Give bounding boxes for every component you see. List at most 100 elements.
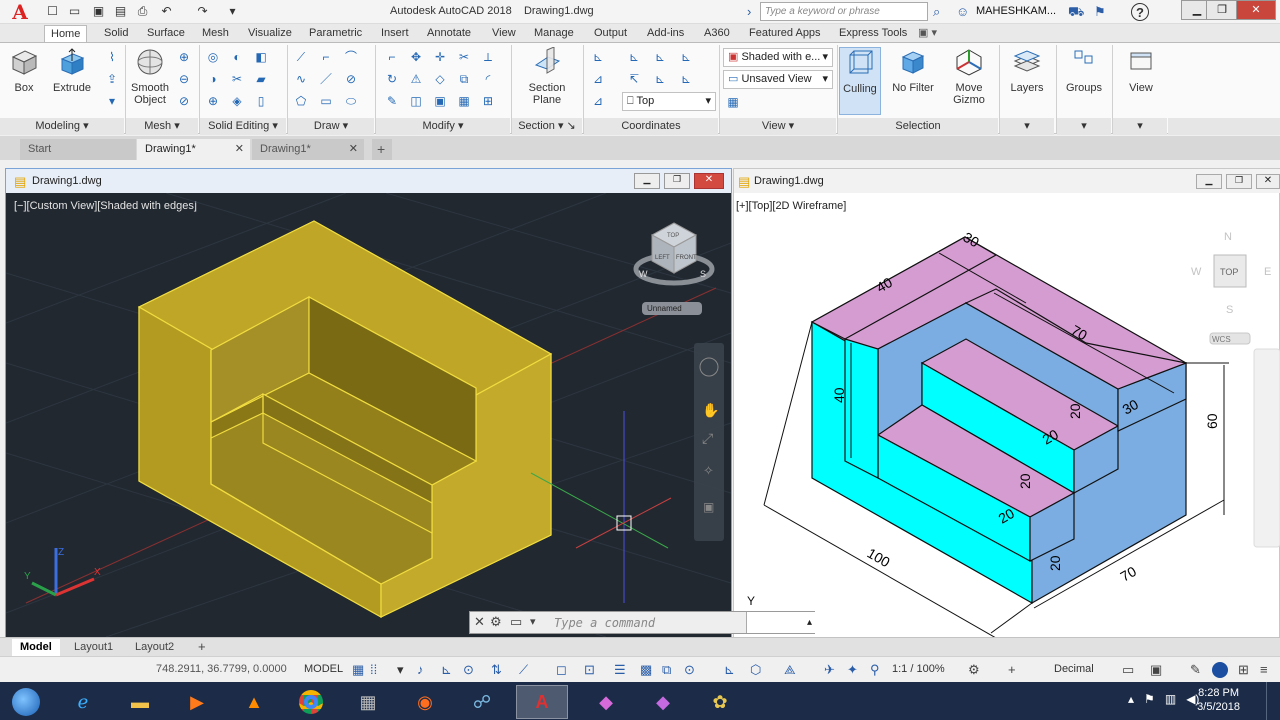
lineweight-icon[interactable]: ☰ [614, 662, 626, 678]
photo-editor-icon[interactable]: ◆ [580, 685, 632, 719]
modify-panel-title[interactable]: Modify ▾ [376, 118, 510, 135]
command-input[interactable]: Type a command [554, 616, 655, 630]
tab-surface[interactable]: Surface [141, 25, 191, 43]
tab-home[interactable]: Home [44, 25, 88, 43]
application-menu-button[interactable]: A [0, 0, 40, 24]
groups-expand-icon[interactable]: ▾ [1057, 118, 1111, 135]
tab-parametric[interactable]: Parametric [303, 25, 368, 43]
open-icon[interactable]: ▭ [66, 3, 83, 20]
workspace-icon[interactable]: ⚙ [968, 662, 980, 678]
chamfer-icon[interactable]: ◜ [480, 71, 496, 87]
section-plane-button[interactable]: Section Plane [522, 46, 572, 106]
mesh-panel-title[interactable]: Mesh ▾ [126, 118, 198, 135]
save-as-icon[interactable]: ▤ [112, 3, 129, 20]
grid-icon[interactable]: ▦ [352, 662, 364, 678]
user-name[interactable]: MAHESHKAM... [976, 5, 1056, 17]
ribbon-options-icon[interactable]: ▣ ▾ [912, 25, 943, 43]
solid-editing-panel-title[interactable]: Solid Editing ▾ [200, 118, 286, 135]
undo-icon[interactable]: ↶ [158, 3, 175, 20]
clock[interactable]: 8:28 PM 3/5/2018 [1197, 687, 1240, 713]
media-player-icon[interactable]: ▶ [171, 685, 223, 719]
ucs-origin-icon[interactable]: ⊾ [652, 49, 668, 65]
show-desktop-button[interactable] [1266, 682, 1280, 720]
draw-line-icon[interactable]: ／ [318, 71, 334, 87]
selection-panel-title[interactable]: Selection [838, 118, 998, 135]
vp2-close-button[interactable]: ✕ [1256, 174, 1280, 189]
rotate-icon[interactable]: ↻ [384, 71, 400, 87]
infer-constraints-icon[interactable]: ♪ [417, 662, 424, 677]
groups-button[interactable]: Groups [1062, 47, 1106, 94]
tab-a360[interactable]: A360 [698, 25, 736, 43]
auto-scale-icon[interactable]: ✦ [847, 662, 858, 678]
close-tab-icon[interactable]: ✕ [235, 139, 244, 159]
pan-icon[interactable]: ✋ [702, 402, 719, 418]
move-gizmo-button[interactable]: Move Gizmo [946, 47, 992, 106]
tab-featured-apps[interactable]: Featured Apps [743, 25, 827, 43]
model-space-button[interactable]: MODEL [304, 663, 343, 675]
dynamic-ucs-icon[interactable]: ⊾ [724, 662, 735, 678]
snap-icon[interactable]: ⁞⁞ [370, 662, 377, 677]
tab-layout2[interactable]: Layout2 [127, 639, 182, 657]
ellipse-icon[interactable]: ⬭ [343, 93, 359, 109]
polyline-icon[interactable]: ⌐ [318, 49, 334, 65]
snap-dropdown-icon[interactable]: ▾ [397, 662, 404, 678]
vp-minimize-button[interactable]: ▁ [634, 173, 660, 189]
culling-button[interactable]: Culling [839, 47, 881, 115]
chrome-icon[interactable] [285, 685, 337, 719]
tab-manage[interactable]: Manage [528, 25, 580, 43]
vlc-icon[interactable]: ▲ [228, 685, 280, 719]
viewcube[interactable]: TOP LEFT FRONT W S [633, 222, 715, 286]
section-panel-title[interactable]: Section ▾ ↘ [512, 118, 582, 135]
modeling-more-icon[interactable]: ▾ [104, 93, 120, 109]
tab-view[interactable]: View [486, 25, 522, 43]
interfere-icon[interactable]: ✂ [229, 71, 245, 87]
offset-icon[interactable]: ⟂ [480, 49, 496, 65]
view-panel-title[interactable]: View ▾ [720, 118, 836, 135]
array-icon[interactable]: ▣ [432, 93, 448, 109]
polygon-icon[interactable]: ⬠ [293, 93, 309, 109]
recent-commands-icon[interactable]: ▭ [510, 614, 522, 630]
save-icon[interactable]: ▣ [90, 3, 107, 20]
draw-panel-title[interactable]: Draw ▾ [288, 118, 374, 135]
tab-model[interactable]: Model [12, 639, 60, 657]
line-icon[interactable]: ⟋ [293, 49, 309, 65]
viewcube-front-label[interactable]: FRONT [676, 255, 697, 261]
tab-add-ins[interactable]: Add-ins [641, 25, 690, 43]
transparency-icon[interactable]: ▩ [640, 662, 652, 678]
selection-filter-icon[interactable]: ⬡ [750, 662, 761, 678]
mesh-smooth-less-icon[interactable]: ⊖ [176, 71, 192, 87]
a360-icon[interactable]: ⚑ [1094, 3, 1106, 20]
modeling-panel-title[interactable]: Modeling ▾ [0, 118, 124, 135]
slice-icon[interactable]: ◧ [253, 49, 269, 65]
rectangle-icon[interactable]: ▭ [318, 93, 334, 109]
internet-explorer-icon[interactable]: ℯ [57, 685, 109, 719]
annotation-visibility-icon[interactable]: ✈ [824, 662, 835, 678]
coordinates-panel-title[interactable]: Coordinates [584, 118, 718, 135]
orbit-icon[interactable]: ✧ [703, 463, 714, 478]
binoculars-icon[interactable]: ⌕ [933, 3, 940, 20]
polysolid-icon[interactable]: ⌇ [104, 49, 120, 65]
viewport-config-icon[interactable]: ▦ [725, 94, 741, 110]
arc-icon[interactable]: ⌒ [343, 49, 359, 65]
layers-button[interactable]: Layers [1005, 47, 1049, 94]
close-button[interactable]: ✕ [1236, 0, 1276, 20]
3d-osnap-icon[interactable]: ⊡ [584, 662, 595, 678]
search-input[interactable]: Type a keyword or phrase [760, 2, 928, 21]
showmotion-icon[interactable]: ▣ [703, 500, 714, 514]
isometric-drawing[interactable] [810, 236, 1189, 605]
2d-osnap-icon[interactable]: ◻ [556, 662, 567, 678]
annotation-scale-icon[interactable]: ⚲ [870, 662, 880, 678]
lock-ui-icon[interactable]: ▣ [1150, 662, 1162, 678]
intersect-icon[interactable]: ◑ [205, 71, 221, 87]
view-panel-button[interactable]: View [1119, 47, 1163, 94]
zoom-extents-icon[interactable]: ⤢ [702, 430, 713, 446]
spline-icon[interactable]: ∿ [293, 71, 309, 87]
scale-icon[interactable]: ◇ [432, 71, 448, 87]
redo-icon[interactable]: ↷ [194, 3, 211, 20]
qat-dropdown-icon[interactable]: ▾ [224, 3, 241, 20]
tab-layout1[interactable]: Layout1 [66, 639, 121, 657]
named-view-select[interactable]: ▭ Unsaved View ▾ [723, 70, 833, 89]
vp-restore-button[interactable]: ❐ [664, 173, 690, 189]
polar-icon[interactable]: ⊙ [463, 662, 474, 678]
layers-expand-icon[interactable]: ▾ [1000, 118, 1054, 135]
